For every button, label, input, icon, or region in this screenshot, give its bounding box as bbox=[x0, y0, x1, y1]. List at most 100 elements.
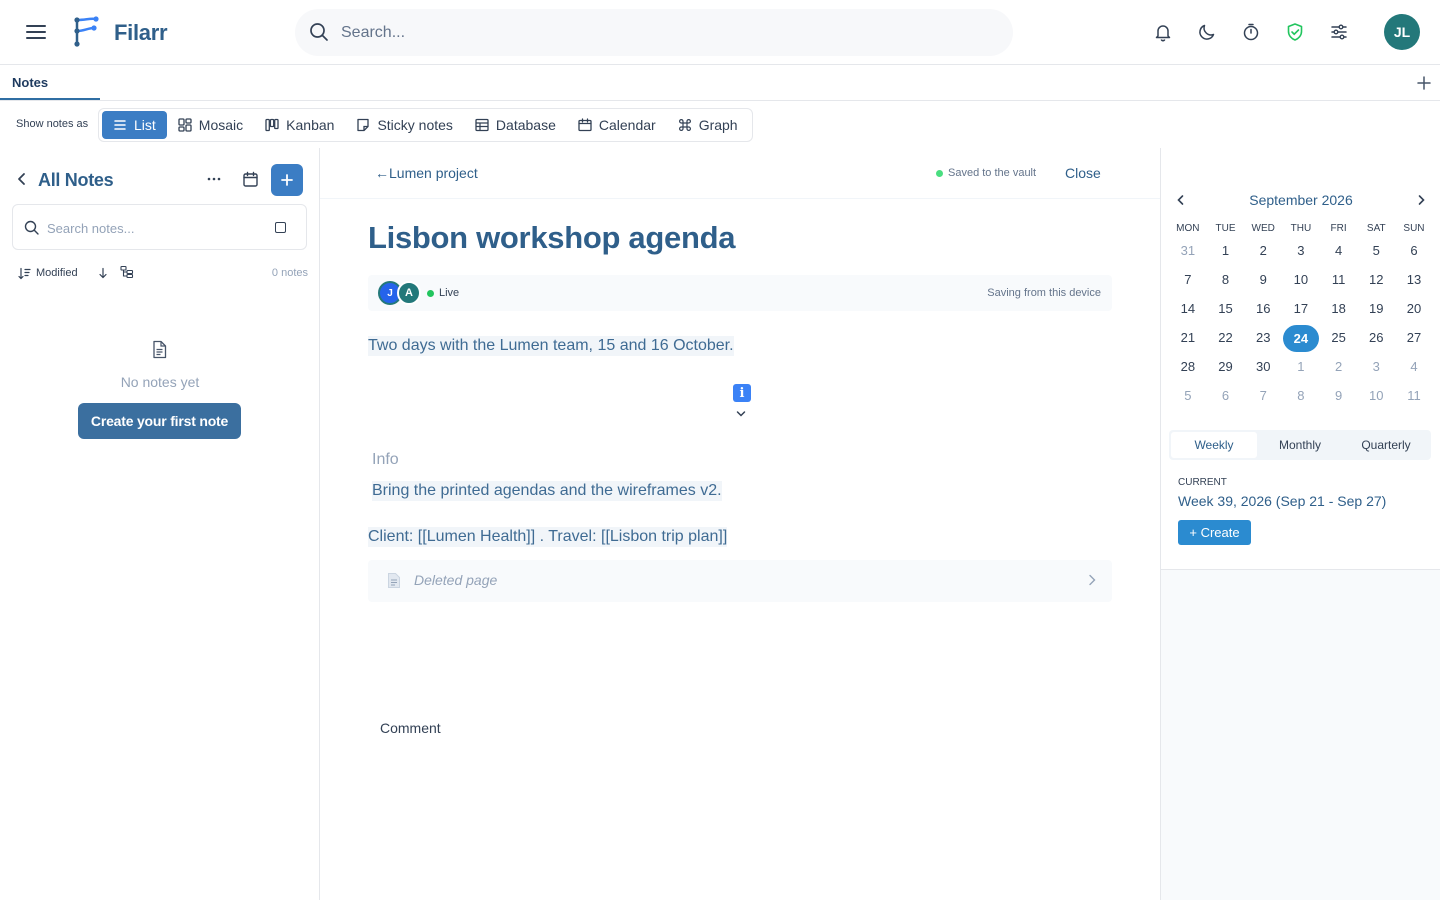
calendar-day[interactable]: 5 bbox=[1357, 238, 1395, 264]
view-list-button[interactable]: List bbox=[102, 111, 167, 139]
deleted-page-link[interactable]: Deleted page bbox=[368, 560, 1112, 602]
calendar-day[interactable]: 9 bbox=[1320, 383, 1358, 409]
calendar-day[interactable]: 22 bbox=[1207, 325, 1245, 351]
period-tab-monthly[interactable]: Monthly bbox=[1257, 432, 1343, 458]
view-mosaic-button[interactable]: Mosaic bbox=[167, 111, 254, 139]
calendar-day[interactable]: 9 bbox=[1244, 267, 1282, 293]
calendar-day[interactable]: 2 bbox=[1244, 238, 1282, 264]
view-database-button[interactable]: Database bbox=[464, 111, 567, 139]
calendar-day[interactable]: 31 bbox=[1169, 238, 1207, 264]
calendar-day[interactable]: 16 bbox=[1244, 296, 1282, 322]
sliders-icon[interactable] bbox=[1329, 22, 1349, 42]
calendar-day[interactable]: 30 bbox=[1244, 354, 1282, 380]
period-tab-quarterly[interactable]: Quarterly bbox=[1343, 432, 1429, 458]
user-avatar[interactable]: JL bbox=[1384, 14, 1420, 50]
more-options-icon[interactable] bbox=[205, 170, 223, 188]
calendar-icon[interactable] bbox=[242, 171, 259, 188]
calendar-day[interactable]: 4 bbox=[1320, 238, 1358, 264]
view-calendar-button[interactable]: Calendar bbox=[567, 111, 667, 139]
calendar-day-number: 12 bbox=[1369, 271, 1384, 287]
calendar-day-number: 9 bbox=[1259, 271, 1267, 287]
calendar-day[interactable]: 2 bbox=[1320, 354, 1358, 380]
add-note-button[interactable] bbox=[271, 164, 303, 196]
next-month-chevron-icon[interactable] bbox=[1416, 194, 1426, 206]
calendar-day[interactable]: 3 bbox=[1282, 238, 1320, 264]
notes-search-box[interactable] bbox=[12, 204, 307, 250]
info-icon[interactable]: i bbox=[733, 384, 751, 402]
timer-icon[interactable] bbox=[1241, 22, 1261, 42]
info-callout-body[interactable]: Bring the printed agendas and the wirefr… bbox=[372, 481, 722, 501]
calendar-day[interactable]: 25 bbox=[1320, 325, 1358, 351]
calendar-day[interactable]: 29 bbox=[1207, 354, 1245, 380]
calendar-day[interactable]: 27 bbox=[1395, 325, 1433, 351]
calendar-day[interactable]: 1 bbox=[1207, 238, 1245, 264]
view-sticky-notes-button[interactable]: Sticky notes bbox=[345, 111, 463, 139]
calendar-grid: MON TUE WED THU FRI SAT SUN 31 1 2 3 4 5 6 7 8 9 1… bbox=[1169, 222, 1437, 410]
sticky-note-icon bbox=[357, 118, 370, 132]
weekday-header-row: MON TUE WED THU FRI SAT SUN bbox=[1169, 222, 1437, 236]
tab-notes[interactable]: Notes bbox=[0, 65, 100, 100]
chevron-left-icon[interactable] bbox=[14, 171, 30, 187]
calendar-day[interactable]: 7 bbox=[1244, 383, 1282, 409]
sort-icon[interactable] bbox=[18, 267, 31, 280]
view-mode-group: List Mosaic Kanban Sticky notes Database… bbox=[98, 108, 753, 142]
calendar-day[interactable]: 6 bbox=[1207, 383, 1245, 409]
calendar-day[interactable]: 15 bbox=[1207, 296, 1245, 322]
calendar-day[interactable]: 21 bbox=[1169, 325, 1207, 351]
calendar-day[interactable]: 5 bbox=[1169, 383, 1207, 409]
moon-icon[interactable] bbox=[1197, 22, 1217, 42]
calendar-day[interactable]: 10 bbox=[1357, 383, 1395, 409]
global-search-input[interactable] bbox=[341, 18, 981, 48]
calendar-day[interactable]: 26 bbox=[1357, 325, 1395, 351]
calendar-day[interactable]: 20 bbox=[1395, 296, 1433, 322]
calendar-day-today[interactable]: 24 bbox=[1282, 324, 1320, 352]
view-kanban-button[interactable]: Kanban bbox=[254, 111, 345, 139]
close-note-button[interactable]: Close bbox=[1065, 165, 1101, 181]
calendar-day[interactable]: 11 bbox=[1395, 383, 1433, 409]
global-search[interactable] bbox=[295, 9, 1013, 56]
sort-direction-arrow-icon[interactable] bbox=[98, 267, 108, 279]
calendar-day[interactable]: 18 bbox=[1320, 296, 1358, 322]
calendar-day-number: 19 bbox=[1369, 300, 1384, 316]
document-icon bbox=[151, 340, 168, 359]
note-title[interactable]: Lisbon workshop agenda bbox=[368, 220, 735, 256]
calendar-day[interactable]: 14 bbox=[1169, 296, 1207, 322]
calendar-day-number: 17 bbox=[1293, 300, 1309, 316]
calendar-day[interactable]: 28 bbox=[1169, 354, 1207, 380]
add-tab-plus-icon[interactable] bbox=[1414, 73, 1434, 93]
calendar-day[interactable]: 8 bbox=[1207, 267, 1245, 293]
back-to-project-link[interactable]: ←Lumen project bbox=[375, 165, 478, 181]
calendar-day[interactable]: 12 bbox=[1357, 267, 1395, 293]
calendar-day[interactable]: 4 bbox=[1395, 354, 1433, 380]
calendar-day[interactable]: 3 bbox=[1357, 354, 1395, 380]
table-icon bbox=[475, 118, 489, 132]
comment-button[interactable]: Comment bbox=[380, 720, 441, 736]
calendar-day[interactable]: 11 bbox=[1320, 267, 1358, 293]
chevron-down-icon[interactable] bbox=[736, 410, 746, 418]
calendar-week-row: 14 15 16 17 18 19 20 bbox=[1169, 294, 1437, 323]
calendar-day[interactable]: 19 bbox=[1357, 296, 1395, 322]
calendar-day[interactable]: 13 bbox=[1395, 267, 1433, 293]
hamburger-menu-icon[interactable] bbox=[24, 20, 48, 44]
list-icon bbox=[114, 120, 126, 130]
view-graph-button[interactable]: Graph bbox=[667, 111, 749, 139]
calendar-day[interactable]: 6 bbox=[1395, 238, 1433, 264]
shield-check-icon[interactable] bbox=[1285, 22, 1305, 42]
create-first-note-button[interactable]: Create your first note bbox=[78, 403, 241, 439]
wiki-links-paragraph[interactable]: Client: [[Lumen Health]] . Travel: [[Lis… bbox=[368, 527, 728, 547]
calendar-day[interactable]: 23 bbox=[1244, 325, 1282, 351]
notes-search-input[interactable] bbox=[47, 217, 267, 239]
calendar-day[interactable]: 10 bbox=[1282, 267, 1320, 293]
select-all-checkbox[interactable] bbox=[275, 222, 286, 233]
calendar-day-number: 4 bbox=[1410, 358, 1418, 374]
note-paragraph[interactable]: Two days with the Lumen team, 15 and 16 … bbox=[368, 336, 734, 356]
sort-field-label[interactable]: Modified bbox=[36, 267, 78, 279]
calendar-day[interactable]: 7 bbox=[1169, 267, 1207, 293]
create-periodic-note-button[interactable]: + Create bbox=[1178, 520, 1251, 545]
calendar-day[interactable]: 8 bbox=[1282, 383, 1320, 409]
period-tab-weekly[interactable]: Weekly bbox=[1171, 432, 1257, 458]
calendar-day[interactable]: 1 bbox=[1282, 354, 1320, 380]
calendar-day[interactable]: 17 bbox=[1282, 296, 1320, 322]
folder-tree-icon[interactable] bbox=[120, 265, 134, 279]
bell-icon[interactable] bbox=[1153, 22, 1173, 42]
